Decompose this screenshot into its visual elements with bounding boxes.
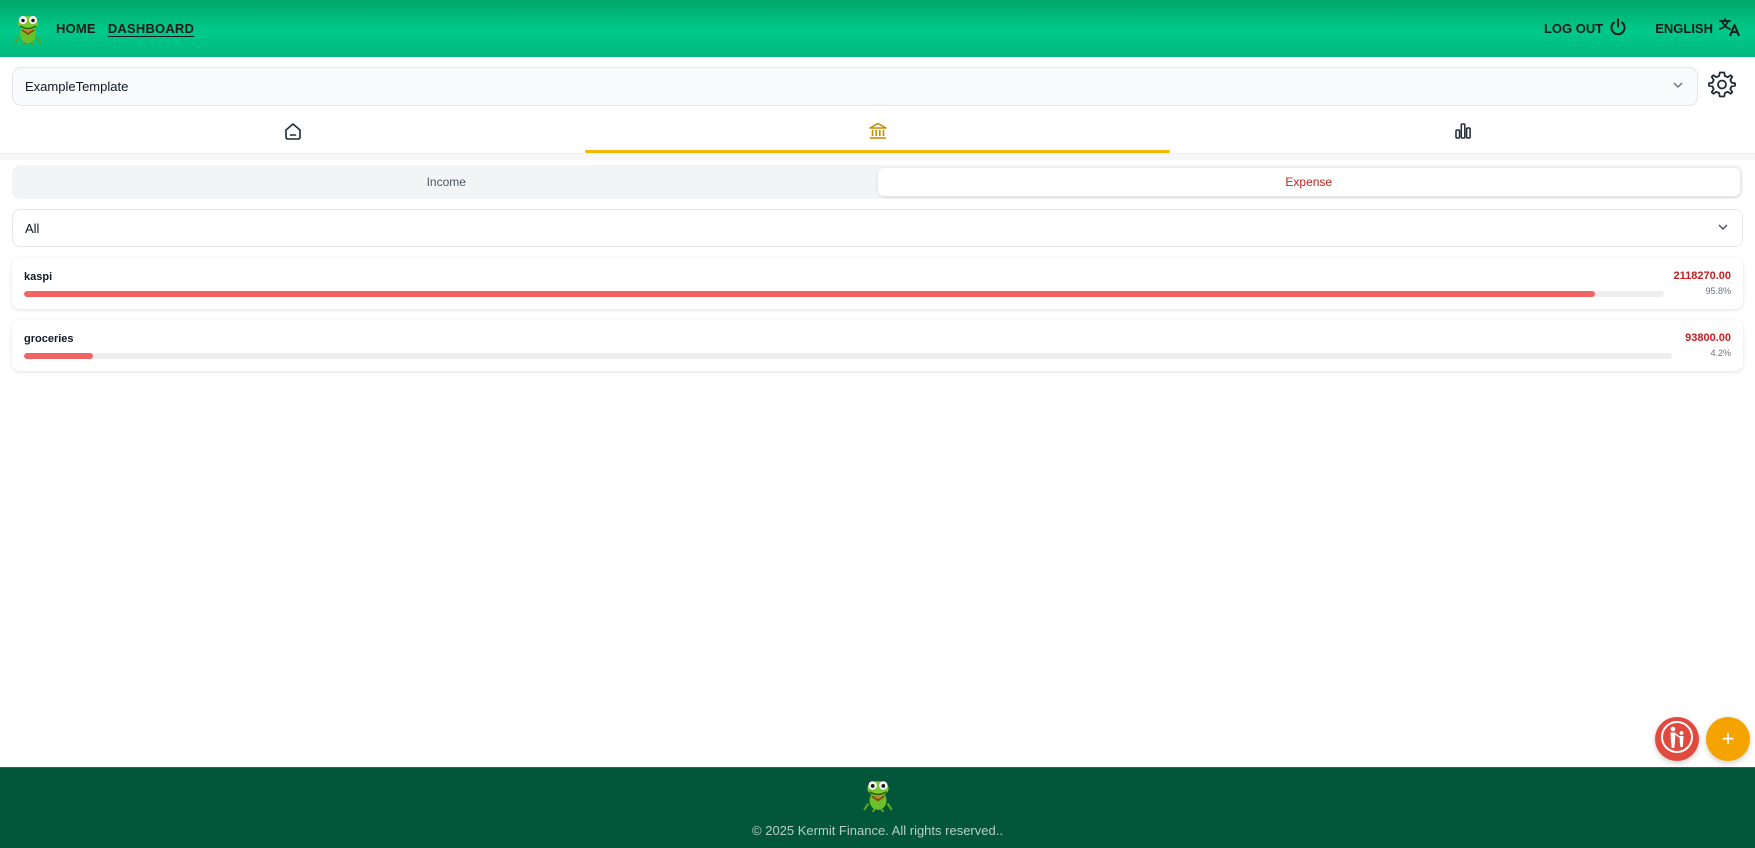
power-icon xyxy=(1609,18,1627,39)
language-selector[interactable]: ENGLISH xyxy=(1655,17,1741,40)
category-amount: 93800.00 xyxy=(1685,332,1731,344)
navbar-left: HOME DASHBOARD xyxy=(12,12,194,46)
copyright-text: © 2025 Kermit Finance. All rights reserv… xyxy=(752,823,1003,838)
switch-expense[interactable]: Expense xyxy=(877,168,1740,196)
category-amount: 2118270.00 xyxy=(1673,270,1731,282)
category-card[interactable]: groceries 93800.00 4.2% xyxy=(12,320,1743,371)
footer: © 2025 Kermit Finance. All rights reserv… xyxy=(0,767,1755,848)
category-percent: 95.8% xyxy=(1705,286,1731,296)
category-percent: 4.2% xyxy=(1710,348,1731,358)
logout-label: LOG OUT xyxy=(1543,21,1604,36)
template-selected-value: ExampleTemplate xyxy=(25,78,129,94)
bar-chart-icon xyxy=(1453,121,1473,146)
chevron-down-icon xyxy=(1671,78,1685,95)
home-icon xyxy=(283,121,303,146)
settings-button[interactable] xyxy=(1706,70,1738,102)
language-label: ENGLISH xyxy=(1655,21,1713,36)
filter-selected-value: All xyxy=(25,220,40,236)
category-card[interactable]: kaspi 2118270.00 95.8% xyxy=(12,258,1743,309)
translate-icon xyxy=(1719,17,1741,40)
template-row: ExampleTemplate xyxy=(12,66,1755,106)
category-progress-bar xyxy=(24,353,1672,359)
logout-button[interactable]: LOG OUT xyxy=(1544,18,1627,39)
tab-analytics[interactable] xyxy=(1170,113,1755,153)
tabs-divider xyxy=(0,154,1755,160)
gear-icon xyxy=(1708,70,1736,103)
income-expense-switcher: Income Expense xyxy=(12,165,1743,199)
family-icon xyxy=(1659,719,1695,760)
nav-home-link[interactable]: HOME xyxy=(56,21,96,36)
main-tabs xyxy=(0,113,1755,154)
category-progress-fill xyxy=(24,353,94,359)
tab-accounts[interactable] xyxy=(585,113,1170,153)
category-name: kaspi xyxy=(24,271,53,283)
navbar-right: LOG OUT ENGLISH xyxy=(1544,17,1741,40)
bank-icon xyxy=(868,121,888,146)
frog-logo-icon xyxy=(862,778,894,817)
category-filter-select[interactable]: All xyxy=(12,209,1743,247)
add-transaction-button[interactable]: + xyxy=(1706,717,1750,761)
top-navbar: HOME DASHBOARD LOG OUT ENGLISH xyxy=(0,0,1755,57)
family-help-button[interactable] xyxy=(1655,717,1699,761)
switch-income[interactable]: Income xyxy=(15,168,878,196)
chevron-down-icon xyxy=(1716,220,1730,237)
frog-logo-icon[interactable] xyxy=(12,12,44,46)
template-select[interactable]: ExampleTemplate xyxy=(12,66,1698,106)
category-progress-bar xyxy=(24,291,1664,297)
tab-home[interactable] xyxy=(0,113,585,153)
category-name: groceries xyxy=(24,333,74,345)
nav-dashboard-link[interactable]: DASHBOARD xyxy=(108,21,194,36)
category-progress-fill xyxy=(24,291,1596,297)
page: HOME DASHBOARD LOG OUT ENGLISH ExampleTe… xyxy=(0,0,1755,848)
